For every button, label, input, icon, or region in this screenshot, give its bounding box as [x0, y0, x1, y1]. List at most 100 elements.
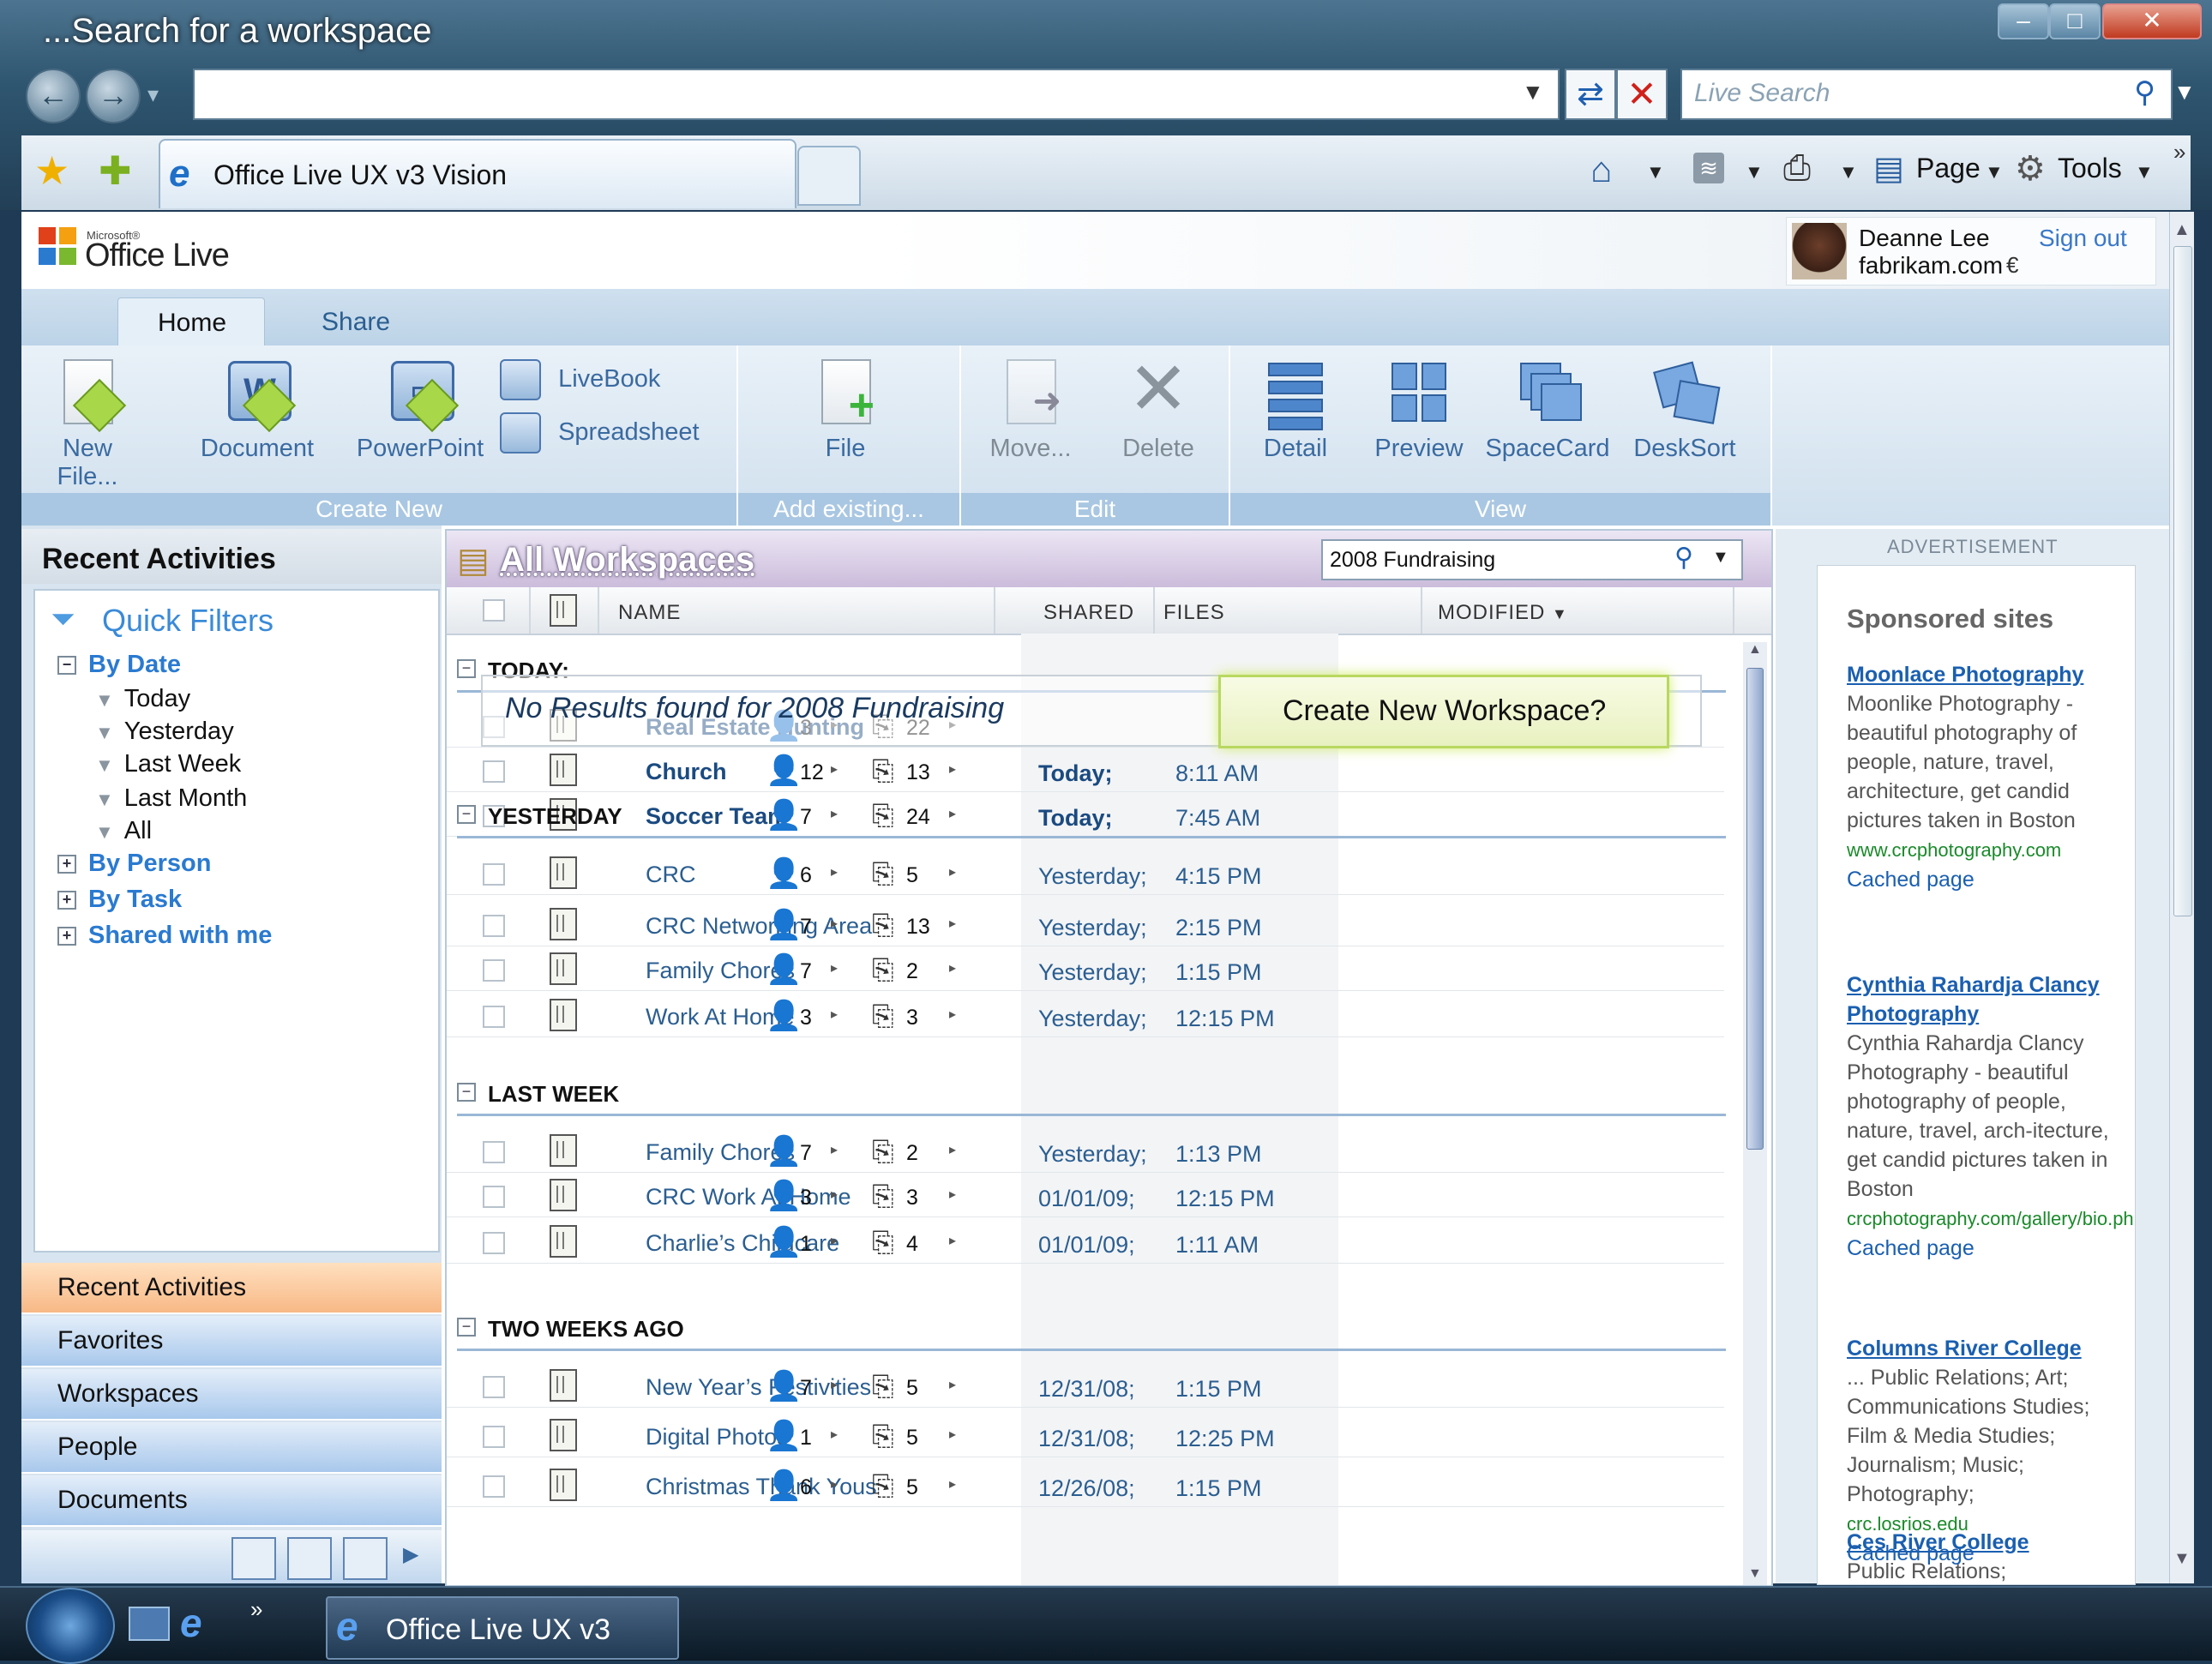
print-icon[interactable]: ⎙ — [1783, 149, 1811, 188]
collapse-icon[interactable]: − — [457, 1083, 476, 1102]
shared-expand-icon[interactable]: ▸ — [831, 959, 838, 976]
cached-page-link[interactable]: Cached page — [1847, 868, 1975, 892]
workspace-name-link[interactable]: CRC Work At Home — [646, 1184, 851, 1210]
table-row[interactable]: Family Chores 👤 7 ▸ ⎘ 2 ▸ Yesterday; 1:15 PM — [447, 947, 1724, 991]
select-all-checkbox[interactable] — [483, 599, 505, 622]
table-row[interactable]: Family Chores 👤 7 ▸ ⎘ 2 ▸ Yesterday; 1:13 PM — [447, 1129, 1724, 1173]
document-button[interactable]: W Document — [193, 356, 322, 463]
page-menu-button[interactable]: Page — [1916, 153, 1981, 184]
nav-favorites[interactable]: Favorites — [21, 1316, 442, 1367]
shared-expand-icon[interactable]: ▸ — [831, 760, 838, 778]
nav-page-button[interactable] — [287, 1537, 332, 1580]
workspace-search-input[interactable]: 2008 Fundraising ⚲ ▼ — [1321, 539, 1743, 580]
filter-all[interactable]: ▼ All — [95, 817, 152, 845]
files-expand-icon[interactable]: ▸ — [949, 915, 956, 932]
close-button[interactable]: ✕ — [2102, 3, 2202, 39]
group-header[interactable]: − YESTERDAY — [457, 798, 1726, 838]
table-row[interactable]: Church 👤 12 ▸ ⎘ 13 ▸ Today; 8:11 AM — [447, 748, 1724, 792]
files-expand-icon[interactable]: ▸ — [949, 1376, 956, 1393]
filter-last-month[interactable]: ▼ Last Month — [95, 784, 247, 813]
table-row[interactable]: Digital Photos 👤 1 ▸ ⎘ 5 ▸ 12/31/08; 12:25 PM — [447, 1414, 1724, 1457]
delete-button[interactable]: ✕ Delete — [1098, 351, 1218, 463]
address-dropdown-icon[interactable]: ▼ — [1522, 79, 1544, 105]
group-header[interactable]: − LAST WEEK — [457, 1076, 1726, 1116]
collapse-icon[interactable]: − — [457, 1318, 476, 1337]
ad-url[interactable]: www.crcphotography.com — [1847, 839, 2061, 861]
preview-view-button[interactable]: Preview — [1359, 356, 1479, 463]
page-scroll-thumb[interactable] — [2173, 246, 2192, 916]
expand-icon[interactable]: + — [57, 891, 76, 910]
col-files[interactable]: FILES — [1163, 601, 1225, 625]
type-column-icon[interactable] — [550, 594, 577, 627]
shared-expand-icon[interactable]: ▸ — [831, 1186, 838, 1203]
chevron-more-icon[interactable]: » — [2173, 139, 2185, 165]
nav-documents[interactable]: Documents — [21, 1475, 442, 1527]
add-file-button[interactable]: + File — [781, 356, 910, 463]
move-button[interactable]: ➜ Move... — [966, 356, 1095, 463]
create-new-workspace-button[interactable]: Create New Workspace? — [1218, 675, 1669, 748]
ad-title-link[interactable]: Cynthia Rahardja Clancy Photography — [1847, 973, 2100, 1026]
print-dropdown-icon[interactable]: ▼ — [1839, 161, 1858, 183]
avatar[interactable] — [1792, 223, 1847, 279]
powerpoint-button[interactable]: ▭ PowerPoint — [339, 356, 502, 463]
col-modified[interactable]: MODIFIED ▼ — [1438, 601, 1568, 625]
browser-tab[interactable]: e Office Live UX v3 Vision — [159, 139, 796, 208]
row-checkbox[interactable] — [483, 760, 505, 783]
spreadsheet-button[interactable]: Spreadsheet — [500, 412, 700, 454]
ad-title-link[interactable]: Ces River College — [1847, 1530, 2029, 1554]
filter-last-week[interactable]: ▼ Last Week — [95, 750, 241, 778]
table-row[interactable]: Christmas Thank Yous 👤 6 ▸ ⎘ 5 ▸ 12/26/08; 1:15 … — [447, 1463, 1724, 1507]
filter-group-by-person[interactable]: + By Person — [57, 850, 211, 878]
ad-title-link[interactable]: Moonlace Photography — [1847, 663, 2083, 687]
stop-icon[interactable]: ✕ — [1616, 69, 1668, 120]
workspace-name-link[interactable]: Christmas Thank Yous — [646, 1474, 877, 1500]
home-icon[interactable]: ⌂ — [1590, 149, 1612, 190]
files-expand-icon[interactable]: ▸ — [949, 1141, 956, 1158]
tools-menu-button[interactable]: Tools — [2058, 153, 2122, 184]
livebook-button[interactable]: LiveBook — [500, 359, 660, 400]
gear-icon[interactable]: ⚙ — [2015, 149, 2046, 189]
row-checkbox[interactable] — [483, 1232, 505, 1254]
files-expand-icon[interactable]: ▸ — [949, 1232, 956, 1249]
filter-group-shared-with-me[interactable]: + Shared with me — [57, 922, 272, 950]
page-scrollbar[interactable]: ▲ ▼ — [2169, 212, 2194, 1583]
table-row[interactable]: Work At Home 👤 3 ▸ ⎘ 3 ▸ Yesterday; 12:15 PM — [447, 994, 1724, 1037]
add-favorites-icon[interactable]: ✚ — [99, 147, 132, 194]
tools-dropdown-icon[interactable]: ▼ — [2135, 161, 2154, 183]
refresh-icon[interactable]: ⇄ — [1565, 69, 1616, 120]
shared-expand-icon[interactable]: ▸ — [831, 915, 838, 932]
workspace-name-link[interactable]: Church — [646, 759, 727, 785]
collapse-icon[interactable]: − — [457, 805, 476, 824]
taskbar-ie-button[interactable]: e Office Live UX v3 — [326, 1596, 679, 1660]
files-expand-icon[interactable]: ▸ — [949, 760, 956, 778]
row-checkbox[interactable] — [483, 959, 505, 982]
nav-page-button[interactable] — [231, 1537, 276, 1580]
files-expand-icon[interactable]: ▸ — [949, 959, 956, 976]
nav-recent-activities[interactable]: Recent Activities — [21, 1263, 442, 1314]
favorites-star-icon[interactable]: ★ — [34, 147, 69, 194]
list-scroll-thumb[interactable] — [1746, 668, 1764, 1150]
spacecard-view-button[interactable]: SpaceCard — [1479, 356, 1616, 463]
forward-icon[interactable]: → — [86, 69, 141, 123]
cached-page-link[interactable]: Cached page — [1847, 1236, 1975, 1260]
address-bar[interactable] — [193, 69, 1560, 120]
tab-share[interactable]: Share — [322, 308, 390, 337]
home-dropdown-icon[interactable]: ▼ — [1646, 161, 1665, 183]
table-row[interactable]: New Year’s Festivities 👤 7 ▸ ⎘ 5 ▸ 12/31/08; 1:1… — [447, 1364, 1724, 1408]
row-checkbox[interactable] — [483, 1376, 505, 1398]
files-expand-icon[interactable]: ▸ — [949, 1186, 956, 1203]
workspace-name-link[interactable]: CRC — [646, 862, 696, 888]
back-icon[interactable]: ← — [26, 69, 81, 123]
ie-icon[interactable]: e — [180, 1600, 202, 1646]
table-row[interactable]: Charlie’s Childcare 👤 1 ▸ ⎘ 4 ▸ 01/01/09; 1:11 A… — [447, 1220, 1724, 1264]
ad-url[interactable]: crcphotography.com/gallery/bio.php — [1847, 1208, 2135, 1229]
row-checkbox[interactable] — [483, 1186, 505, 1208]
expand-icon[interactable]: + — [57, 927, 76, 946]
row-checkbox[interactable] — [483, 915, 505, 937]
sign-out-link[interactable]: Sign out — [2039, 225, 2127, 252]
new-file-button[interactable]: New File... — [32, 356, 143, 491]
search-icon[interactable]: ⚲ — [2134, 75, 2155, 110]
shared-expand-icon[interactable]: ▸ — [831, 1141, 838, 1158]
row-checkbox[interactable] — [483, 1426, 505, 1448]
files-expand-icon[interactable]: ▸ — [949, 1426, 956, 1443]
